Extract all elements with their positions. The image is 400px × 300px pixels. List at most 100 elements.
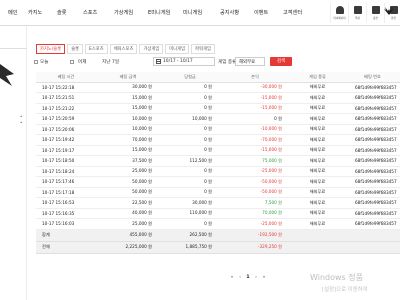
tab-sports[interactable]: 체육스포츠: [109, 44, 138, 54]
table-row[interactable]: 10-17 15:16:03 25,000 원0 원 -25,000 원 해외무료 68…: [36, 218, 400, 230]
game-type-cell: 해외무료: [290, 103, 345, 114]
win-amount-cell: 0 원: [160, 218, 220, 230]
first-page-button[interactable]: «: [228, 275, 236, 280]
bet-id-cell: 68f1d9fe99f683457: [345, 145, 400, 156]
nav-virtual-game[interactable]: 가상게임: [114, 9, 133, 16]
game-type-select[interactable]: 해외무료: [235, 57, 265, 66]
nav-main[interactable]: 메인: [8, 9, 18, 16]
left-text-1: •: [20, 114, 23, 119]
win-amount-cell: 110,000 원: [160, 208, 220, 219]
game-type-cell: 해외무료: [290, 187, 345, 198]
pagination: « ‹ 1 › »: [228, 275, 268, 280]
nav-e-minigame[interactable]: E미니게임: [148, 9, 170, 16]
nav-minigame[interactable]: 미니게임: [183, 9, 202, 16]
table-row[interactable]: 10-17 15:19:17 15,000 원0 원 -15,000 원 해외무료 68…: [36, 145, 400, 156]
win-amount-cell: 0 원: [160, 166, 220, 177]
bet-amount-cell: 70,000 원: [96, 134, 160, 146]
table-row[interactable]: 10-17 15:21:51 15,000 원0 원 -15,000 원 해외무료 68…: [36, 92, 400, 104]
win-amount-cell: 112,500 원: [160, 155, 220, 167]
table-row[interactable]: 10-17 15:21:22 15,000 원0 원 -15,000 원 해외무료 68…: [36, 103, 400, 114]
top-navigation: 메인 카지노 슬롯 스포츠 가상게임 E미니게임 미니게임 공지사항 이벤트 고…: [0, 0, 400, 26]
deposit-label: 충전: [373, 17, 378, 20]
prev-page-button[interactable]: ‹: [236, 275, 244, 280]
profit-cell: -15,000 원: [220, 145, 290, 156]
my-page-button[interactable]: 마이페이지: [330, 3, 348, 23]
table-row[interactable]: 10-17 15:16:35 40,000 원 110,000 원 70,000 원해…: [36, 208, 400, 219]
last-page-button[interactable]: »: [260, 275, 268, 280]
win-amount-cell: 0 원: [160, 145, 220, 156]
bet-amount-cell: 15,000 원: [96, 145, 160, 156]
game-tabs: 카지노/슬롯 슬롯 E스포츠 체육스포츠 가상게임 미니게임 파워게임: [36, 44, 217, 54]
yesterday-checkbox[interactable]: [70, 60, 74, 64]
bet-time-cell: 10-17 15:17:18: [36, 187, 96, 198]
table-body: 10-17 15:22:18 30,000 원0 원 -30,000 원 해외무료 68…: [36, 82, 400, 254]
total-row-empty-2: [345, 241, 400, 254]
game-type-cell: 해외무료: [290, 155, 345, 167]
win-amount-cell: 0 원: [160, 134, 220, 146]
nav-notice[interactable]: 공지사항: [220, 9, 239, 16]
table-header-row: 베팅 시간 베팅 금액 당첨금 손익 게임 종류 베팅 번호: [36, 72, 400, 83]
table-row[interactable]: 10-17 15:18:24 25,000 원0 원 -25,000 원 해외무료 68…: [36, 166, 400, 177]
col-profit: 손익: [220, 72, 290, 83]
tab-esports[interactable]: E스포츠: [85, 44, 108, 54]
bet-amount-cell: 37,500 원: [96, 155, 160, 167]
bet-id-cell: 68f1d9fe99f683457: [345, 92, 400, 104]
profit-cell: -15,000 원: [220, 103, 290, 114]
tab-slot[interactable]: 슬롯: [67, 44, 84, 54]
bet-amount-cell: 25,000 원: [96, 218, 160, 230]
bet-time-cell: 10-17 15:16:35: [36, 208, 96, 219]
bet-time-cell: 10-17 15:19:42: [36, 134, 96, 146]
profit-cell: -10,000 원: [220, 124, 290, 135]
bet-time-cell: 10-17 15:18:24: [36, 166, 96, 177]
table-row[interactable]: 10-17 15:19:42 70,000 원0 원 -70,000 원 해외무료 68…: [36, 134, 400, 146]
bet-time-cell: 10-17 15:17:46: [36, 176, 96, 188]
bet-id-cell: 68f1d9fe99f683457: [345, 176, 400, 188]
table-row[interactable]: 10-17 15:17:46 50,000 원0 원 -50,000 원 해외무료 68…: [36, 176, 400, 188]
last-7-days-option[interactable]: 지난 7일: [102, 59, 119, 65]
table-row[interactable]: 10-17 15:20:06 10,000 원0 원 -10,000 원 해외무료 68…: [36, 124, 400, 135]
nav-slot[interactable]: 슬롯: [57, 9, 67, 16]
current-page[interactable]: 1: [244, 275, 252, 280]
nav-event[interactable]: 이벤트: [254, 9, 268, 16]
date-range-input[interactable]: 10/17 - 10/17: [153, 57, 215, 66]
table-row[interactable]: 10-17 15:17:18 50,000 원0 원 -50,000 원 해외무료 68…: [36, 187, 400, 198]
table-row[interactable]: 10-17 15:16:53 22,500 원 30,000 원 7,500 원 해외무…: [36, 197, 400, 209]
message-button[interactable]: 쪽지: [348, 3, 366, 23]
tab-power-game[interactable]: 파워게임: [191, 44, 215, 54]
wing-logo[interactable]: [383, 7, 395, 17]
profit-cell: -25,000 원: [220, 218, 290, 230]
yesterday-option[interactable]: 어제: [78, 59, 86, 65]
total-row-bet: 2,225,000 원: [96, 241, 160, 254]
bet-time-cell: 10-17 15:20:06: [36, 124, 96, 135]
bet-id-cell: 68f1d9fe99f683457: [345, 113, 400, 125]
tab-virtual-game[interactable]: 가상게임: [139, 44, 164, 54]
total-row-profit: -329,250 원: [220, 241, 290, 254]
user-icon: [335, 6, 344, 14]
game-type-cell: 해외무료: [290, 82, 345, 93]
next-page-button[interactable]: ›: [252, 275, 260, 280]
all-checkbox[interactable]: [34, 60, 38, 64]
game-type-cell: 해외무료: [290, 176, 345, 188]
game-type-cell: 해외무료: [290, 134, 345, 146]
tab-minigame[interactable]: 미니게임: [165, 44, 190, 54]
today-option[interactable]: 오늘: [40, 59, 48, 65]
bet-id-cell: 68f1d9fe99f683457: [345, 134, 400, 146]
sum-row-label: 합계: [36, 229, 96, 242]
table-row[interactable]: 10-17 15:18:50 37,500 원 112,500 원 75,000 원해…: [36, 155, 400, 167]
search-button[interactable]: 검색: [270, 57, 292, 66]
game-type-cell: 해외무료: [290, 145, 345, 156]
tab-casino-slot[interactable]: 카지노/슬롯: [36, 44, 66, 54]
bet-id-cell: 68f1d9fe99f683457: [345, 208, 400, 219]
table-row[interactable]: 10-17 15:22:18 30,000 원0 원 -30,000 원 해외무료 68…: [36, 82, 400, 93]
bet-amount-cell: 50,000 원: [96, 187, 160, 198]
nav-sports[interactable]: 스포츠: [83, 9, 97, 16]
profit-cell: -50,000 원: [220, 176, 290, 188]
nav-support[interactable]: 고객센터: [283, 9, 302, 16]
table-row[interactable]: 10-17 15:20:59 10,000 원 10,000 원0 원 해외무료 68f…: [36, 113, 400, 125]
sum-row-empty-1: [290, 229, 345, 242]
nav-casino[interactable]: 카지노: [28, 9, 42, 16]
game-type-cell: 해외무료: [290, 92, 345, 104]
win-amount-cell: 0 원: [160, 176, 220, 188]
deposit-button[interactable]: 충전: [366, 3, 384, 23]
my-page-label: 마이페이지: [333, 17, 346, 20]
